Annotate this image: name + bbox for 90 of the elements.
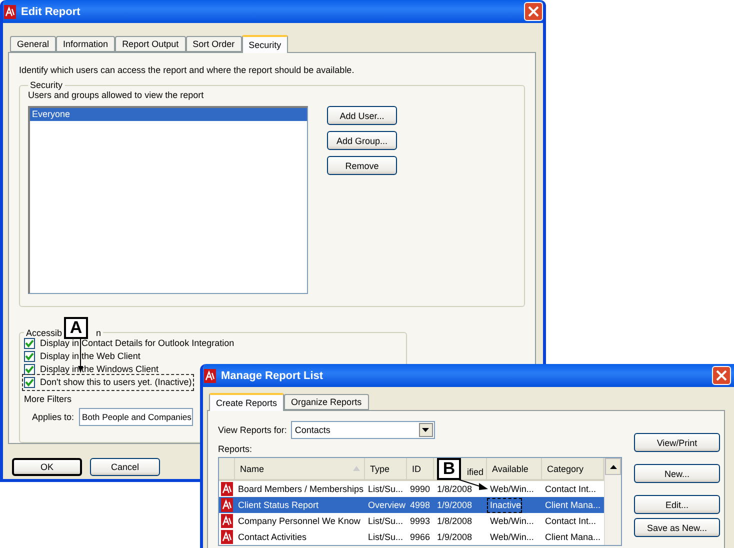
users-list[interactable]: Everyone	[28, 106, 308, 294]
table-cell-text: Overview	[367, 498, 407, 512]
dialog-button[interactable]: Edit...	[634, 495, 720, 514]
table-cell-text: 1/9/2008	[436, 530, 474, 544]
table-cell-text: Company Personnel We Know	[237, 514, 362, 528]
tick-icon	[25, 378, 34, 387]
tab[interactable]: Organize Reports	[284, 394, 369, 410]
column-header[interactable]: Type	[370, 464, 390, 474]
table-cell-text: Contact Int...	[544, 514, 598, 528]
report-icon	[204, 368, 216, 382]
checkbox-label: Display in the Web Client	[40, 351, 140, 362]
group-label: Accessib	[26, 328, 62, 338]
dialog-button[interactable]: OK	[12, 458, 82, 476]
close-icon	[716, 370, 727, 381]
table-cell-text: Web/Win...	[489, 514, 535, 528]
table-cell-text: Client Status Report	[237, 498, 320, 512]
column-header[interactable]: Available	[492, 464, 528, 474]
list-item[interactable]: Everyone	[30, 108, 307, 121]
report-icon	[4, 4, 16, 18]
table-cell-text: List/Su...	[367, 514, 404, 528]
checkbox-label: Display in Contact Details for Outlook Integration	[40, 338, 234, 348]
close-icon	[528, 6, 539, 17]
table-cell-text: Contact Int...	[544, 482, 598, 496]
checkbox-label: Display in the Windows Client	[40, 364, 159, 374]
field-label: Reports:	[218, 444, 252, 454]
up-arrow-icon	[610, 464, 616, 468]
group-label: n	[96, 328, 102, 338]
table-cell-text: Client Mana...	[544, 530, 602, 544]
table-cell-text: 4998	[409, 498, 432, 512]
column-header[interactable]: ified	[467, 466, 484, 476]
table-cell-text: Board Members / Memberships	[237, 482, 365, 496]
callout-label: A	[64, 317, 88, 339]
dialog-button[interactable]: Add Group...	[327, 131, 397, 150]
table-cell-text: Contact Activities	[237, 530, 308, 544]
group-label: Security	[30, 80, 63, 90]
dialog-button[interactable]: Cancel	[90, 458, 160, 476]
tab[interactable]: Create Reports	[209, 393, 284, 411]
table-cell-text: Client Mana...	[544, 498, 602, 512]
table-cell-text: 1/9/2008	[436, 498, 474, 512]
column-header[interactable]: Name	[240, 464, 264, 474]
column-header[interactable]: ID	[412, 464, 421, 474]
scroll-up-button[interactable]	[605, 458, 621, 475]
tab[interactable]: Security	[242, 35, 288, 53]
table-cell-text: 9966	[409, 530, 432, 544]
close-button[interactable]	[712, 366, 731, 385]
table-cell-text: 1/8/2008	[436, 514, 474, 528]
sort-icon	[353, 466, 360, 471]
tab[interactable]: Sort Order	[186, 36, 242, 52]
description-text: Identify which users can access the report and where the report should be available.	[19, 65, 354, 75]
table-cell-text: Web/Win...	[489, 530, 535, 544]
callout-label: B	[437, 458, 461, 480]
table-cell-text: List/Su...	[367, 482, 404, 496]
column-header[interactable]: Category	[547, 464, 584, 474]
dropdown-arrow-icon	[422, 428, 430, 432]
report-icon	[221, 514, 233, 528]
tab[interactable]: General	[10, 36, 56, 52]
dialog-button[interactable]: New...	[634, 464, 720, 483]
dialog-button[interactable]: Save as New...	[634, 518, 720, 537]
tick-icon	[25, 338, 34, 348]
window-title: Manage Report List	[221, 370, 324, 382]
checkbox[interactable]	[24, 376, 35, 388]
table-cell-text: 9990	[409, 482, 432, 496]
window-title: Edit Report	[21, 6, 82, 18]
close-button[interactable]	[524, 2, 543, 21]
tick-icon	[25, 364, 34, 374]
view-reports-dropdown[interactable]: Contacts	[290, 421, 435, 439]
dialog-button[interactable]: View/Print	[634, 433, 720, 452]
checkbox[interactable]	[24, 338, 35, 349]
dialog-button[interactable]: Remove	[327, 156, 397, 175]
table-cell-text: 1/8/2008	[436, 482, 474, 496]
scrollbar[interactable]	[604, 458, 621, 545]
table-row[interactable]: Client Status Report Overview 4998 1/9/2008 Inactive Client Mana...	[219, 497, 604, 513]
applies-to-dropdown[interactable]: Both People and Companies	[79, 408, 194, 426]
section-label: More Filters	[24, 394, 72, 404]
callout-arrow	[78, 339, 83, 373]
table-cell-text: List/Su...	[367, 530, 404, 544]
tick-icon	[25, 352, 34, 361]
report-icon	[221, 498, 233, 512]
tab[interactable]: Report Output	[115, 36, 186, 52]
field-label: View Reports for:	[218, 425, 287, 435]
checkbox[interactable]	[24, 350, 35, 362]
dialog-button[interactable]: Add User...	[327, 106, 397, 125]
hint-text: Users and groups allowed to view the report	[28, 90, 204, 100]
checkbox-label: Don't show this to users yet. (Inactive)	[40, 377, 192, 388]
table-cell-text: 9993	[409, 514, 432, 528]
tab[interactable]: Information	[56, 36, 116, 52]
field-label: Applies to:	[32, 412, 74, 422]
table-cell-text: Web/Win...	[489, 482, 535, 496]
checkbox[interactable]	[24, 364, 35, 375]
report-icon	[221, 482, 233, 496]
